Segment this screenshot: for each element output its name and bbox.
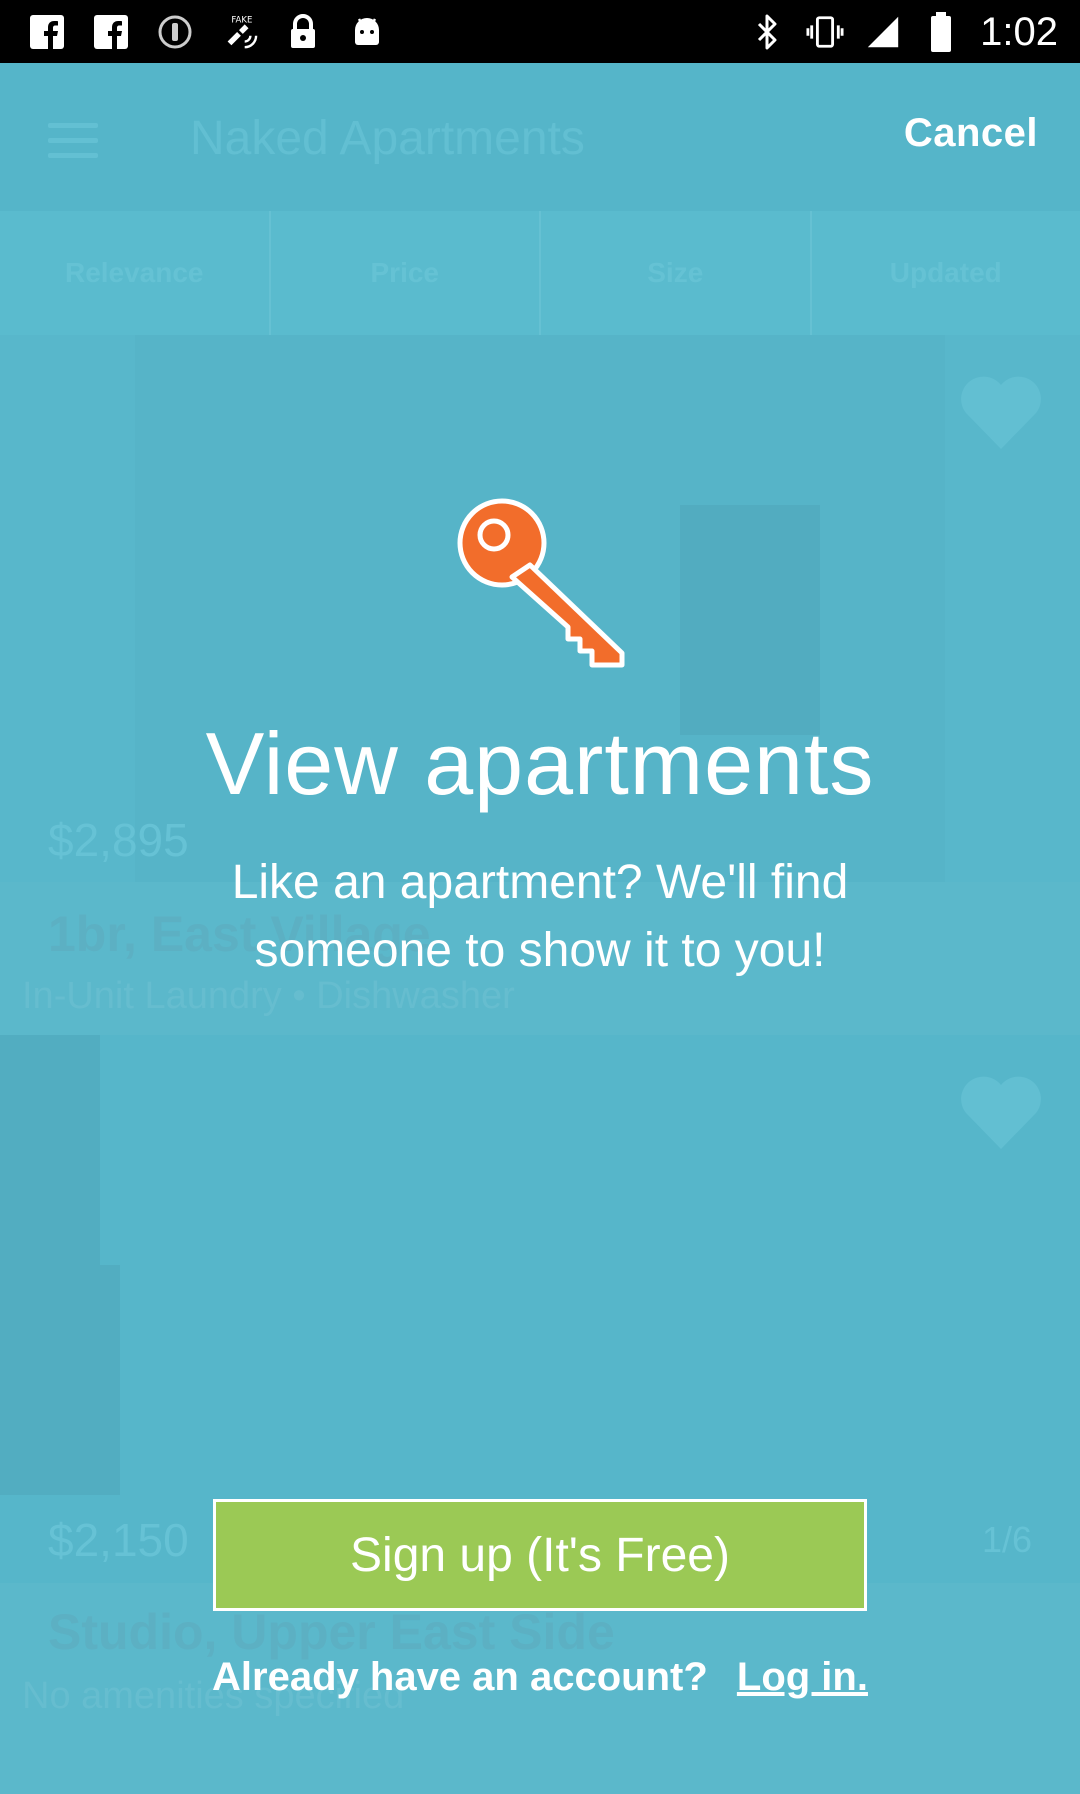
subtext-line: someone to show it to you! [254,924,826,977]
lock-icon [284,12,322,52]
login-link[interactable]: Log in. [737,1655,868,1699]
signup-button[interactable]: Sign up (It's Free) [213,1499,867,1611]
fake-gps-icon: FAKE [220,12,258,52]
battery-icon [922,12,960,52]
subtext-line: Like an apartment? We'll find [231,856,849,909]
facebook-icon [28,12,66,52]
clock: 1:02 [980,10,1058,54]
svg-text:FAKE: FAKE [231,16,252,26]
headline: View apartments [205,714,875,813]
vibrate-icon [806,12,844,52]
system-icons: 1:02 [748,8,1058,56]
subtext: Like an apartment? We'll find someone to… [150,849,930,985]
login-row: Already have an account? Log in. [0,1655,1080,1700]
notification-icons: FAKE [28,12,386,52]
signup-prompt-overlay: Cancel View apartments Like an apartment… [0,63,1080,1794]
android-icon [348,12,386,52]
bluetooth-icon [748,12,786,52]
facebook-icon [92,12,130,52]
login-prompt: Already have an account? [212,1655,708,1699]
status-bar: FAKE 1:02 [0,0,1080,63]
info-icon [156,12,194,52]
cancel-button[interactable]: Cancel [904,111,1038,156]
signal-icon [864,12,902,52]
key-icon [457,498,625,668]
screen: FAKE 1:02 Naked Apartments Relevance Pri… [0,0,1080,1794]
